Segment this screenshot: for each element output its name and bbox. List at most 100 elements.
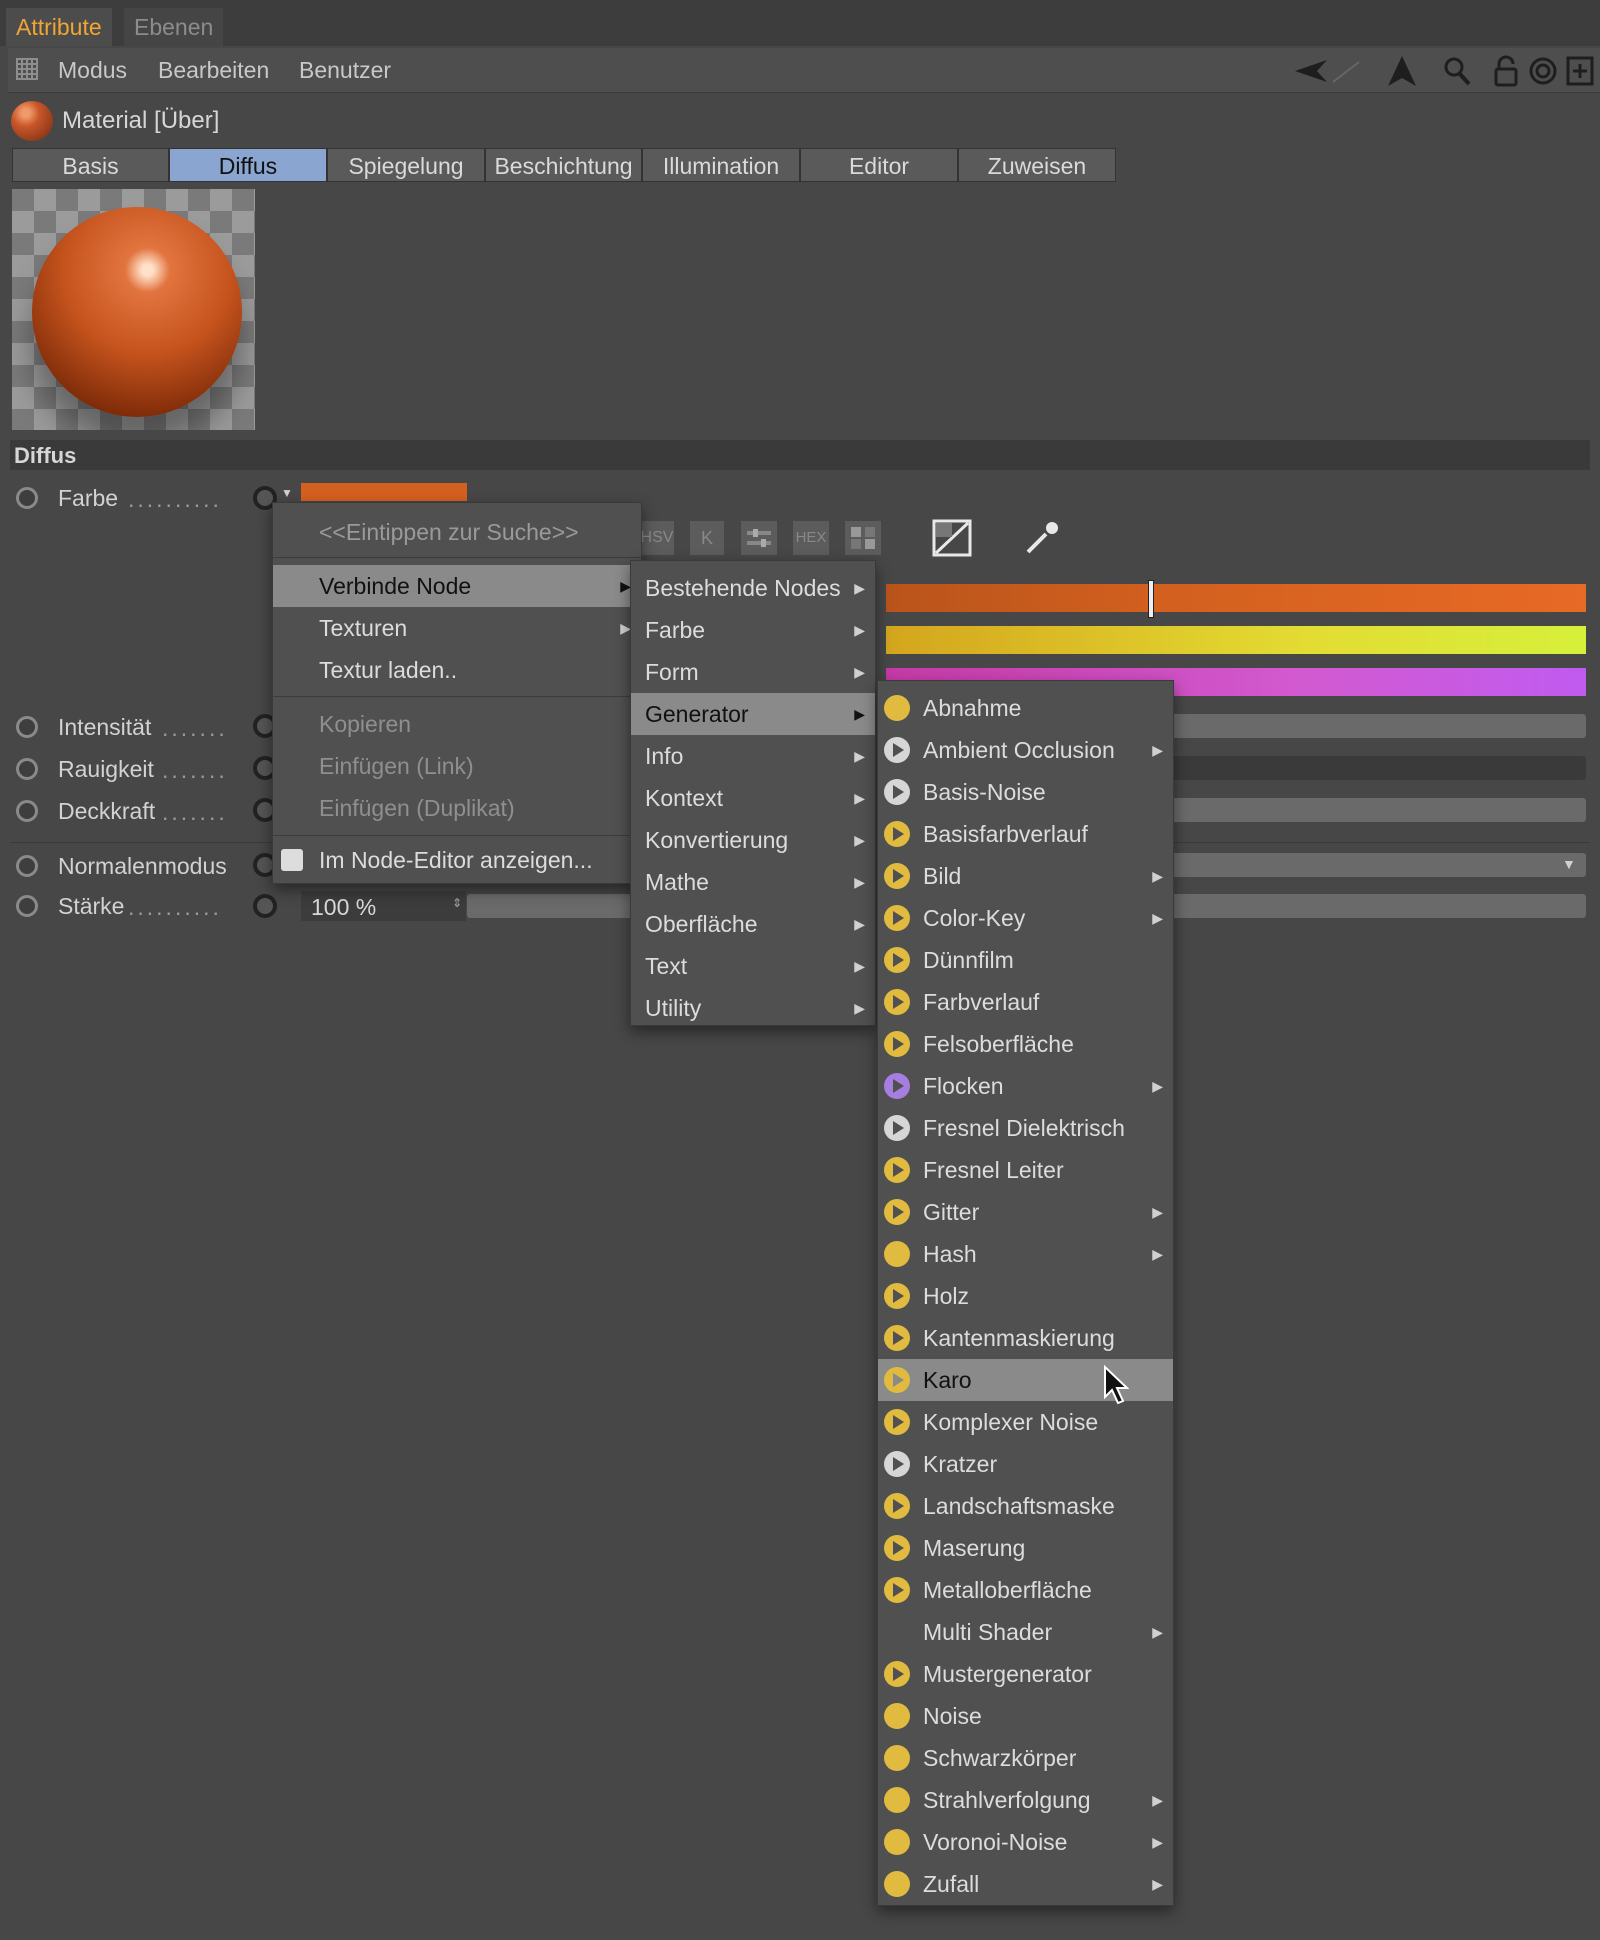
staerke-slider[interactable] bbox=[1150, 894, 1586, 918]
tab-zuweisen[interactable]: Zuweisen bbox=[958, 148, 1116, 182]
generator-item[interactable]: Abnahme bbox=[878, 687, 1173, 729]
submenu1-item[interactable]: Kontext ▶ bbox=[631, 777, 875, 819]
intensitaet-keyframe-radio[interactable] bbox=[16, 716, 38, 738]
tab-spiegelung[interactable]: Spiegelung bbox=[327, 148, 485, 182]
generator-item[interactable]: Landschaftsmaske bbox=[878, 1485, 1173, 1527]
submenu1-item[interactable]: Farbe ▶ bbox=[631, 609, 875, 651]
submenu1-item[interactable]: Form ▶ bbox=[631, 651, 875, 693]
menu-item-kopieren[interactable]: Kopieren bbox=[273, 703, 641, 745]
saturation-strip[interactable] bbox=[886, 626, 1586, 654]
hex-mode-button[interactable]: HEX bbox=[793, 521, 829, 555]
generator-item[interactable]: Schwarzkörper bbox=[878, 1737, 1173, 1779]
staerke-input[interactable]: 100 % ⇕ bbox=[301, 891, 466, 921]
hue-strip[interactable] bbox=[886, 584, 1586, 612]
tab-beschichtung[interactable]: Beschichtung bbox=[485, 148, 642, 182]
gradient-picker-icon[interactable] bbox=[932, 519, 972, 557]
generator-item[interactable]: Kratzer bbox=[878, 1443, 1173, 1485]
tab-ebenen[interactable]: Ebenen bbox=[124, 8, 224, 46]
farbe-dropdown-icon[interactable]: ▼ bbox=[281, 486, 293, 500]
submenu1-item[interactable]: Mathe ▶ bbox=[631, 861, 875, 903]
generator-item[interactable]: Basisfarbverlauf bbox=[878, 813, 1173, 855]
deckkraft-keyframe-radio[interactable] bbox=[16, 800, 38, 822]
mixer-mode-icon[interactable] bbox=[741, 521, 777, 555]
chevron-down-icon[interactable]: ▼ bbox=[1562, 856, 1576, 872]
hue-strip-handle[interactable] bbox=[1148, 580, 1154, 618]
submenu-arrow-icon: ▶ bbox=[1152, 742, 1163, 758]
generator-item[interactable]: Color-Key ▶ bbox=[878, 897, 1173, 939]
generator-item[interactable]: Voronoi-Noise ▶ bbox=[878, 1821, 1173, 1863]
menu-bearbeiten[interactable]: Bearbeiten bbox=[158, 57, 269, 84]
submenu1-item[interactable]: Generator ▶ bbox=[631, 693, 875, 735]
generator-item[interactable]: Kantenmaskierung bbox=[878, 1317, 1173, 1359]
tab-diffus[interactable]: Diffus bbox=[169, 148, 327, 182]
cursor-arrow-icon[interactable] bbox=[1386, 55, 1418, 87]
generator-item[interactable]: Mustergenerator bbox=[878, 1653, 1173, 1695]
staerke-keyframe-radio[interactable] bbox=[16, 895, 38, 917]
back-arrow-icon[interactable] bbox=[1295, 55, 1327, 87]
submenu1-item[interactable]: Oberfläche ▶ bbox=[631, 903, 875, 945]
generator-item[interactable]: Farbverlauf bbox=[878, 981, 1173, 1023]
tab-attribute[interactable]: Attribute bbox=[6, 8, 112, 46]
tab-basis[interactable]: Basis bbox=[12, 148, 169, 182]
deckkraft-slider[interactable] bbox=[1150, 798, 1586, 822]
search-icon[interactable] bbox=[1441, 55, 1473, 87]
generator-item[interactable]: Dünnfilm bbox=[878, 939, 1173, 981]
eyedropper-icon[interactable] bbox=[1022, 518, 1062, 558]
tab-editor[interactable]: Editor bbox=[800, 148, 958, 182]
hsv-mode-button[interactable]: HSV bbox=[640, 521, 674, 555]
swatches-mode-icon[interactable] bbox=[845, 521, 881, 555]
generator-item[interactable]: Ambient Occlusion ▶ bbox=[878, 729, 1173, 771]
search-field[interactable]: <<Eintippen zur Suche>> bbox=[273, 511, 641, 553]
farbe-keyframe-radio[interactable] bbox=[16, 487, 38, 509]
menu-item-texturen[interactable]: Texturen ▶ bbox=[273, 607, 641, 649]
menu-item-verbinde-node[interactable]: Verbinde Node ▶ bbox=[273, 565, 641, 607]
generator-item[interactable]: Metalloberfläche bbox=[878, 1569, 1173, 1611]
grid-icon[interactable] bbox=[16, 58, 38, 80]
new-panel-icon[interactable] bbox=[1564, 55, 1596, 87]
menu-item-einfuegen-duplikat[interactable]: Einfügen (Duplikat) bbox=[273, 787, 641, 829]
submenu1-item[interactable]: Utility ▶ bbox=[631, 987, 875, 1029]
generator-item[interactable]: Gitter ▶ bbox=[878, 1191, 1173, 1233]
generator-item[interactable]: Flocken ▶ bbox=[878, 1065, 1173, 1107]
target-icon[interactable] bbox=[1527, 55, 1559, 87]
generator-item[interactable]: Hash ▶ bbox=[878, 1233, 1173, 1275]
submenu1-item[interactable]: Info ▶ bbox=[631, 735, 875, 777]
generator-item[interactable]: Felsoberfläche bbox=[878, 1023, 1173, 1065]
staerke-slider-left[interactable] bbox=[467, 894, 632, 918]
generator-item[interactable]: Fresnel Dielektrisch bbox=[878, 1107, 1173, 1149]
menu-item-textur-laden[interactable]: Textur laden.. bbox=[273, 649, 641, 691]
menu-item-einfuegen-link[interactable]: Einfügen (Link) bbox=[273, 745, 641, 787]
generator-item[interactable]: Zufall ▶ bbox=[878, 1863, 1173, 1905]
yellow-play-icon bbox=[884, 1199, 910, 1225]
menu-modus[interactable]: Modus bbox=[58, 57, 127, 84]
generator-item[interactable]: Basis-Noise bbox=[878, 771, 1173, 813]
submenu-arrow-icon: ▶ bbox=[854, 958, 865, 974]
rauigkeit-slider[interactable] bbox=[1150, 756, 1586, 780]
generator-item[interactable]: Bild ▶ bbox=[878, 855, 1173, 897]
menu-item-node-editor[interactable]: Im Node-Editor anzeigen... bbox=[273, 839, 641, 881]
lock-icon[interactable] bbox=[1490, 55, 1522, 87]
farbe-dots: .......... bbox=[128, 486, 222, 512]
kelvin-mode-button[interactable]: K bbox=[690, 521, 724, 555]
rauigkeit-keyframe-radio[interactable] bbox=[16, 758, 38, 780]
menu-benutzer[interactable]: Benutzer bbox=[299, 57, 391, 84]
stepper-icon[interactable]: ⇕ bbox=[452, 896, 462, 910]
generator-item[interactable]: Noise bbox=[878, 1695, 1173, 1737]
yellow-dot-icon bbox=[884, 1829, 910, 1855]
submenu-arrow-icon: ▶ bbox=[1152, 1204, 1163, 1220]
generator-item[interactable]: Maserung bbox=[878, 1527, 1173, 1569]
submenu1-item[interactable]: Bestehende Nodes ▶ bbox=[631, 567, 875, 609]
submenu1-item[interactable]: Text ▶ bbox=[631, 945, 875, 987]
submenu1-item[interactable]: Konvertierung ▶ bbox=[631, 819, 875, 861]
generator-item[interactable]: Fresnel Leiter bbox=[878, 1149, 1173, 1191]
farbe-swatch[interactable] bbox=[301, 483, 467, 501]
staerke-shader-button[interactable] bbox=[253, 894, 277, 918]
intensitaet-slider[interactable] bbox=[1150, 714, 1586, 738]
generator-item[interactable]: Holz bbox=[878, 1275, 1173, 1317]
generator-item[interactable]: Multi Shader ▶ bbox=[878, 1611, 1173, 1653]
normalenmodus-keyframe-radio[interactable] bbox=[16, 855, 38, 877]
generator-item[interactable]: Strahlverfolgung ▶ bbox=[878, 1779, 1173, 1821]
tab-illumination[interactable]: Illumination bbox=[642, 148, 800, 182]
normalenmodus-dropdown[interactable] bbox=[1150, 853, 1586, 877]
submenu-arrow-icon: ▶ bbox=[1152, 1876, 1163, 1892]
